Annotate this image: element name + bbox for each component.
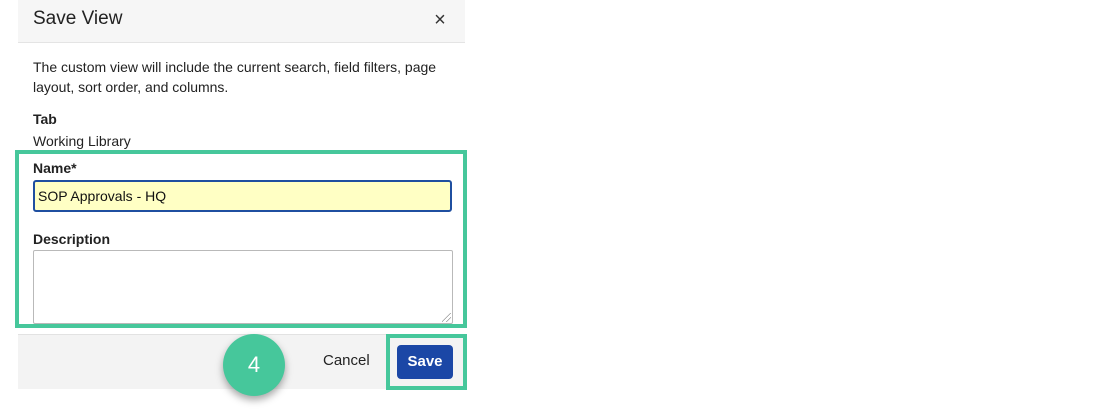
name-input[interactable] — [33, 180, 452, 212]
cancel-button[interactable]: Cancel — [323, 352, 370, 369]
step-badge: 4 — [223, 334, 285, 396]
description-textarea[interactable] — [33, 250, 453, 324]
dialog-header: Save View × — [18, 0, 465, 43]
description-label: Description — [33, 231, 111, 247]
save-view-dialog: Save View × The custom view will include… — [18, 0, 465, 389]
tab-value: Working Library — [33, 133, 131, 149]
dialog-title: Save View — [33, 8, 123, 29]
save-button[interactable]: Save — [397, 345, 453, 379]
name-label: Name* — [33, 160, 77, 176]
close-icon[interactable]: × — [428, 8, 452, 32]
tab-label: Tab — [33, 111, 57, 127]
screen: Save View × The custom view will include… — [0, 0, 1118, 412]
dialog-description: The custom view will include the current… — [33, 59, 437, 95]
resize-handle-icon[interactable] — [442, 313, 451, 322]
